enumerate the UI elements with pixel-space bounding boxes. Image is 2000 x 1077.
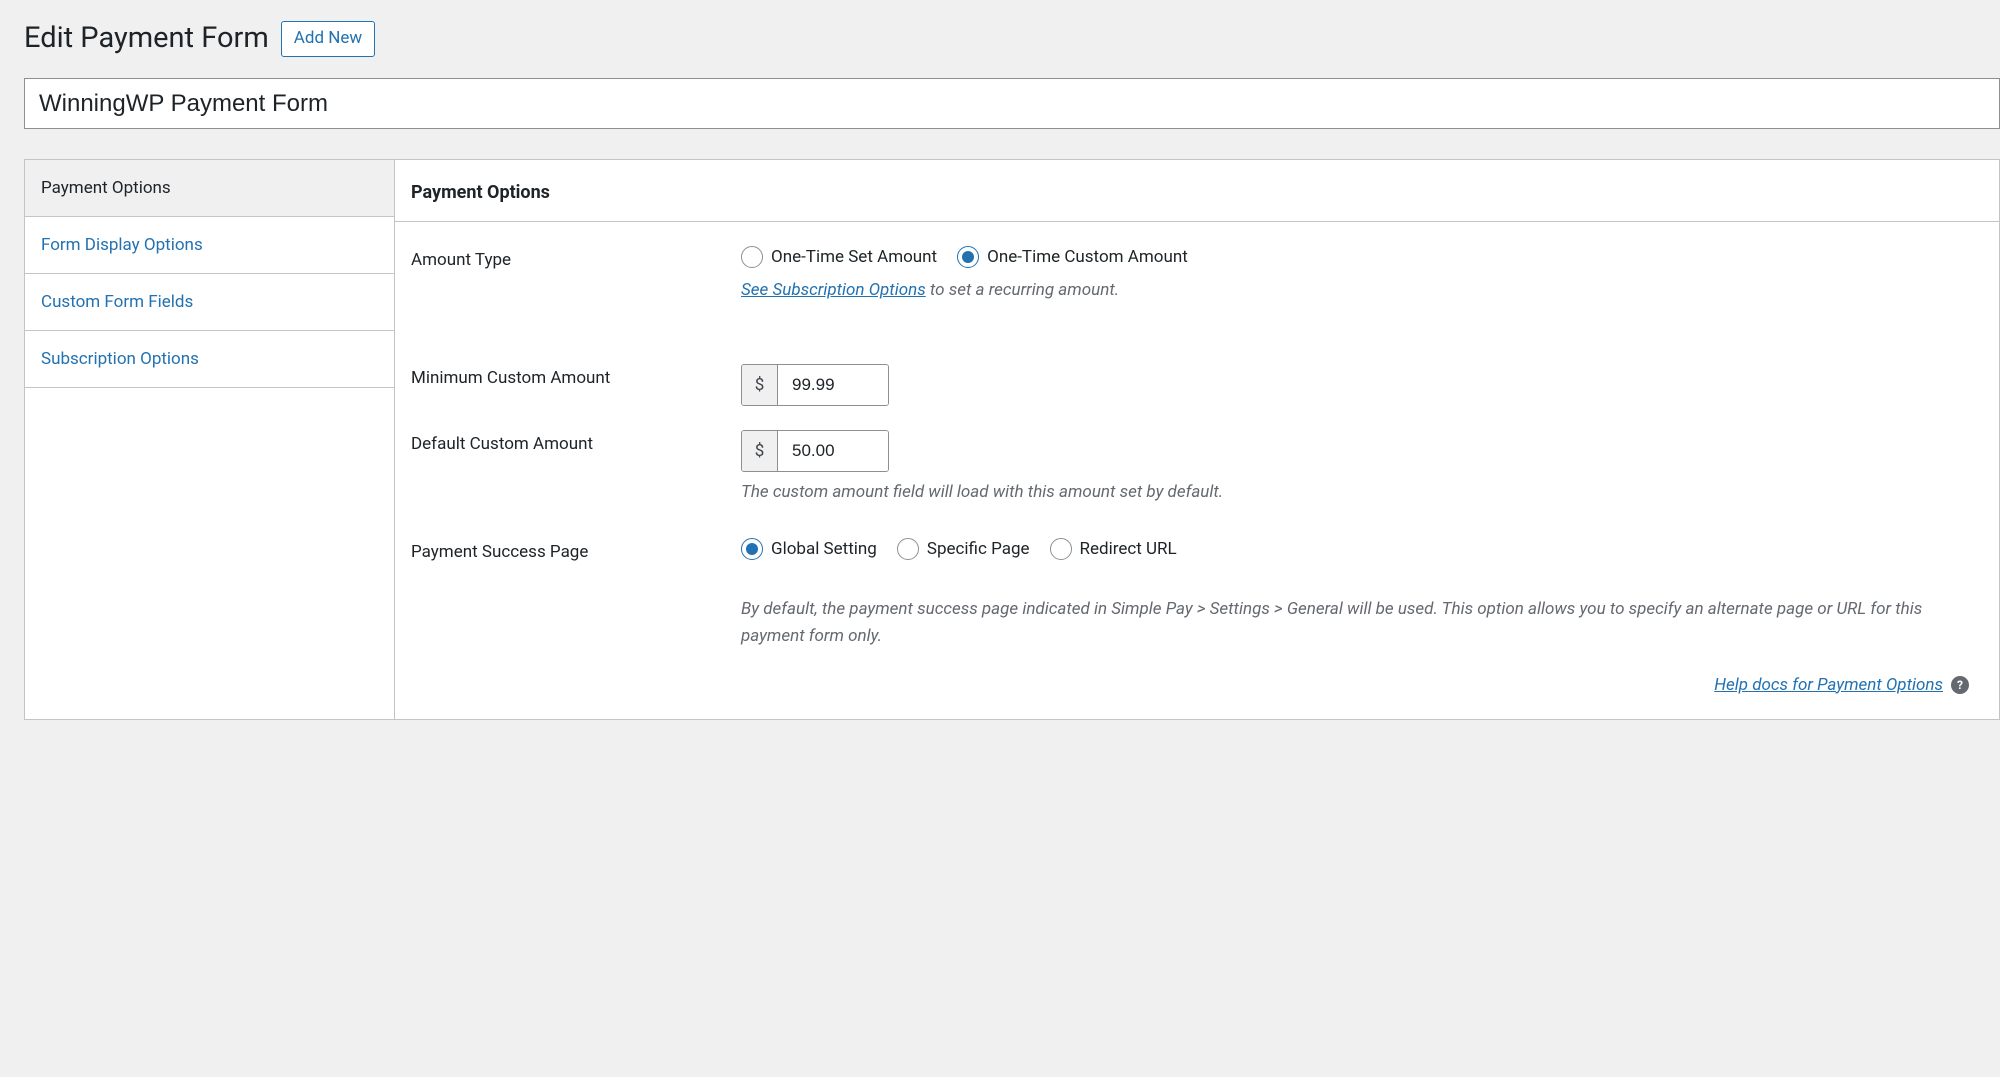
currency-symbol: $ [742, 365, 778, 405]
label-minimum-custom-amount: Minimum Custom Amount [411, 364, 741, 388]
radio-label: One-Time Set Amount [771, 247, 937, 267]
description-payment-success-page: By default, the payment success page ind… [741, 596, 1983, 650]
radio-global-setting[interactable]: Global Setting [741, 538, 877, 560]
settings-tabs: Payment Options Form Display Options Cus… [25, 160, 395, 718]
tab-custom-form-fields[interactable]: Custom Form Fields [25, 274, 394, 331]
radio-icon [741, 538, 763, 560]
input-minimum-custom-amount[interactable] [778, 365, 888, 405]
radio-one-time-set-amount[interactable]: One-Time Set Amount [741, 246, 937, 268]
currency-symbol: $ [742, 431, 778, 471]
description-default-custom-amount: The custom amount field will load with t… [741, 482, 1983, 502]
radio-one-time-custom-amount[interactable]: One-Time Custom Amount [957, 246, 1188, 268]
radio-icon [897, 538, 919, 560]
tab-form-display-options[interactable]: Form Display Options [25, 217, 394, 274]
settings-metabox: Payment Options Form Display Options Cus… [24, 159, 2000, 719]
input-default-custom-amount[interactable] [778, 431, 888, 471]
panel-heading: Payment Options [395, 160, 1999, 222]
link-help-docs[interactable]: Help docs for Payment Options [1714, 675, 1943, 695]
help-text-rest: to set a recurring amount. [926, 280, 1119, 300]
add-new-button[interactable]: Add New [281, 21, 375, 57]
label-payment-success-page: Payment Success Page [411, 538, 741, 562]
label-default-custom-amount: Default Custom Amount [411, 430, 741, 454]
radio-label: Specific Page [927, 539, 1030, 559]
panel-payment-options: Payment Options Amount Type One-Time Set… [395, 160, 1999, 718]
help-icon[interactable]: ? [1951, 676, 1969, 694]
radio-icon [957, 246, 979, 268]
radio-specific-page[interactable]: Specific Page [897, 538, 1030, 560]
radio-label: Redirect URL [1080, 539, 1177, 559]
link-see-subscription-options[interactable]: See Subscription Options [741, 280, 926, 300]
label-amount-type: Amount Type [411, 246, 741, 270]
tab-payment-options[interactable]: Payment Options [25, 160, 394, 217]
page-title: Edit Payment Form [24, 20, 269, 58]
tab-subscription-options[interactable]: Subscription Options [25, 331, 394, 388]
radio-icon [741, 246, 763, 268]
radio-icon [1050, 538, 1072, 560]
radio-label: One-Time Custom Amount [987, 247, 1188, 267]
radio-redirect-url[interactable]: Redirect URL [1050, 538, 1177, 560]
radio-label: Global Setting [771, 539, 877, 559]
form-title-input[interactable] [24, 78, 2000, 130]
